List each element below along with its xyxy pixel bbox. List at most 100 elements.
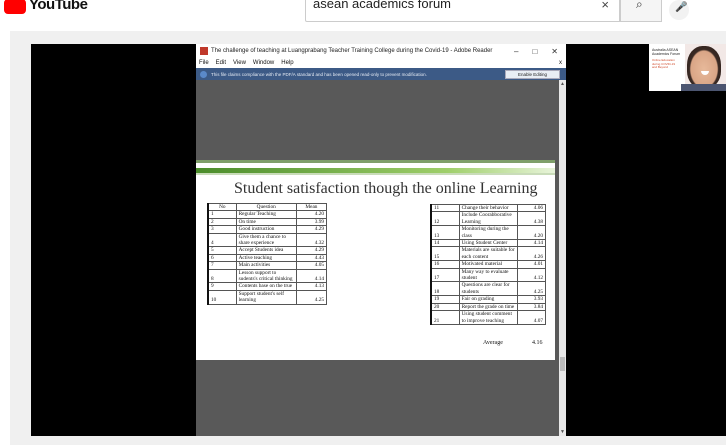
average-label: Average bbox=[483, 340, 503, 346]
table-row: 9 Contents base on the true 4.13 bbox=[206, 282, 328, 291]
cell-mean: 4.12 bbox=[516, 267, 547, 283]
clear-search-icon[interactable]: × bbox=[601, 0, 609, 12]
voice-search-button[interactable]: 🎤 bbox=[669, 0, 689, 20]
minimize-button[interactable]: – bbox=[514, 47, 518, 56]
close-document-icon[interactable]: x bbox=[559, 60, 566, 66]
cell-no: 19 bbox=[429, 295, 460, 304]
close-button[interactable]: ✕ bbox=[551, 47, 558, 56]
table-row: 6 Active teaching 4.43 bbox=[206, 253, 328, 263]
cell-question: Many way to evaluate student bbox=[458, 267, 518, 283]
table-row: 20 Report the grade on time 3.84 bbox=[429, 302, 547, 312]
cell-question: Main activities bbox=[235, 261, 297, 270]
table-row: 8 Lesson support to sudents's critical th… bbox=[206, 268, 328, 284]
cell-no: 11 bbox=[429, 203, 460, 213]
cell-question: Good instruction bbox=[235, 225, 297, 234]
cell-no: 7 bbox=[206, 261, 237, 270]
cell-mean: 4.14 bbox=[295, 268, 328, 284]
menu-help[interactable]: Help bbox=[281, 60, 293, 66]
search-icon: ⌕ bbox=[636, 0, 643, 11]
info-icon bbox=[200, 70, 207, 78]
cell-mean: 4.25 bbox=[295, 289, 328, 305]
cell-question: Using Student Center bbox=[458, 239, 518, 248]
table-row: 15 Materials are suitable for each conten… bbox=[429, 246, 547, 262]
cell-mean: 4.38 bbox=[516, 211, 547, 227]
table-row: 1 Regular Teaching 4.20 bbox=[206, 210, 328, 219]
maximize-button[interactable]: □ bbox=[532, 47, 537, 56]
youtube-header: YouTube asean academics forum × ⌕ 🎤 bbox=[0, 0, 726, 28]
cell-no: 14 bbox=[429, 239, 460, 248]
microphone-icon: 🎤 bbox=[675, 2, 688, 13]
cell-no: 9 bbox=[206, 282, 237, 291]
cell-question: Using student comment to improve teachin… bbox=[458, 310, 518, 325]
youtube-logo[interactable]: YouTube bbox=[4, 0, 88, 18]
average-value: 4.16 bbox=[532, 340, 543, 346]
table-row: 3 Good instruction 4.29 bbox=[206, 225, 328, 234]
slide-band-top bbox=[196, 160, 555, 163]
cell-mean: 3.84 bbox=[516, 302, 547, 312]
cell-mean: 4.06 bbox=[516, 203, 547, 213]
reader-title-bar: The challenge of teaching at Luangpraban… bbox=[196, 44, 566, 58]
cell-no: 3 bbox=[206, 225, 237, 234]
cell-no: 16 bbox=[429, 260, 460, 269]
cell-question: Questions are clear for students bbox=[458, 281, 518, 297]
cell-no: 6 bbox=[206, 253, 237, 263]
webcam-slide-title: Australia ASEAN Academics Forum bbox=[652, 48, 681, 56]
cell-question: Regular Teaching bbox=[235, 210, 297, 219]
cell-mean: 4.20 bbox=[516, 225, 547, 241]
table-row: 14 Using Student Center 4.14 bbox=[429, 239, 547, 248]
reader-menu-bar: File Edit View Window Help x bbox=[196, 58, 566, 68]
cell-no: 8 bbox=[206, 268, 237, 284]
cell-no: 13 bbox=[429, 225, 460, 241]
cell-mean: 4.26 bbox=[516, 246, 547, 262]
scroll-down-icon[interactable]: ▼ bbox=[560, 429, 565, 435]
cell-question: Active teaching bbox=[235, 253, 297, 263]
table-row: 4 Give them a chance to share experience 4… bbox=[206, 232, 328, 248]
menu-edit[interactable]: Edit bbox=[216, 60, 226, 66]
slide-band-light bbox=[196, 173, 555, 175]
vertical-scrollbar[interactable]: ▲ ▼ bbox=[559, 80, 566, 436]
cell-question: Support student's self learning bbox=[235, 289, 297, 305]
cell-question: Give them a chance to share experience bbox=[235, 232, 297, 248]
table-row: 10 Support student's self learning 4.25 bbox=[206, 289, 328, 305]
scroll-up-icon[interactable]: ▲ bbox=[560, 81, 565, 87]
table-row: 2 On time 3.99 bbox=[206, 217, 328, 227]
presenter-face bbox=[687, 46, 721, 88]
header-mean: Mean bbox=[295, 202, 328, 212]
cell-mean: 4.43 bbox=[295, 253, 328, 263]
menu-view[interactable]: View bbox=[233, 60, 246, 66]
search-button[interactable]: ⌕ bbox=[620, 0, 662, 22]
cell-mean: 3.93 bbox=[516, 295, 547, 304]
enable-editing-button[interactable]: Enable Editing bbox=[504, 69, 560, 79]
slide-title: Student satisfaction though the online L… bbox=[234, 180, 538, 197]
cell-mean: 4.07 bbox=[516, 310, 547, 325]
webcam-slide-text: Online Education during COVID-19 and Bey… bbox=[652, 58, 676, 69]
cell-question: Change their behavior bbox=[458, 203, 518, 213]
pdfa-notice-text: This file claims compliance with the PDF… bbox=[211, 71, 427, 77]
table-row: 5 Accept Students idea 4.29 bbox=[206, 246, 328, 255]
scrollbar-thumb[interactable] bbox=[560, 357, 565, 371]
youtube-logo-text: YouTube bbox=[29, 0, 88, 13]
search-input[interactable]: asean academics forum × bbox=[305, 0, 620, 22]
cell-no: 1 bbox=[206, 210, 237, 219]
cell-mean: 4.29 bbox=[295, 246, 328, 255]
table-row: 12 Include Coorabborative Learning 4.38 bbox=[429, 211, 547, 227]
cell-mean: 4.14 bbox=[516, 239, 547, 248]
table-header-row: No Question Mean bbox=[206, 202, 328, 212]
pdf-icon bbox=[200, 47, 208, 55]
search-query: asean academics forum bbox=[313, 0, 452, 11]
cell-no: 15 bbox=[429, 246, 460, 262]
menu-file[interactable]: File bbox=[199, 60, 209, 66]
header-no: No bbox=[206, 202, 237, 212]
cell-question: Monitoring during the class bbox=[458, 225, 518, 241]
cell-mean: 4.20 bbox=[295, 210, 328, 219]
cell-mean: 4.13 bbox=[295, 282, 328, 291]
cell-no: 17 bbox=[429, 267, 460, 283]
cell-question: Lesson support to sudents's critical thi… bbox=[235, 268, 297, 284]
cell-question: Materials are suitable for each content bbox=[458, 246, 518, 262]
cell-question: Include Coorabborative Learning bbox=[458, 211, 518, 227]
cell-mean: 4.01 bbox=[516, 260, 547, 269]
menu-window[interactable]: Window bbox=[253, 60, 274, 66]
cell-mean: 4.05 bbox=[295, 261, 328, 270]
cell-no: 10 bbox=[206, 289, 237, 305]
table-row: 17 Many way to evaluate student 4.12 bbox=[429, 267, 547, 283]
